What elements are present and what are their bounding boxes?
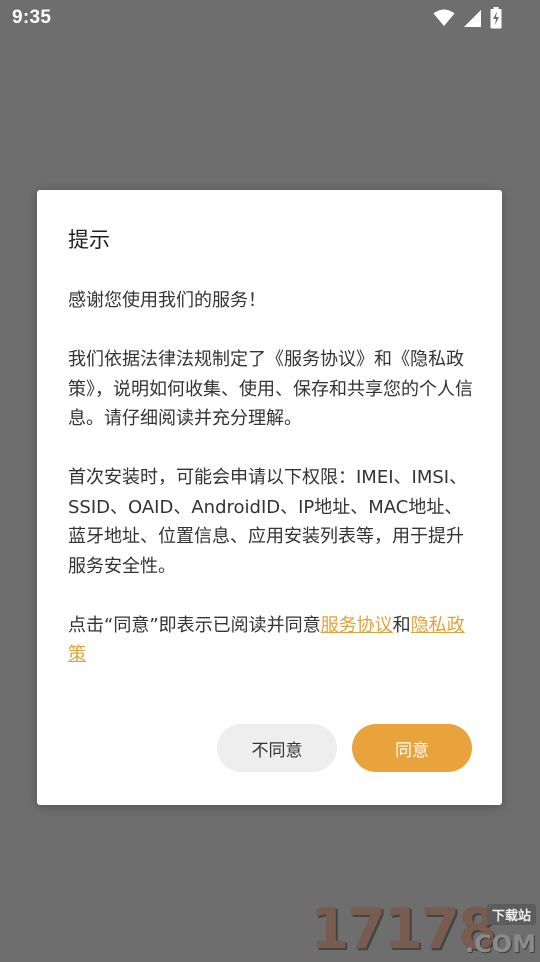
dialog-body: 感谢您使用我们的服务！ 我们依据法律法规制定了《服务协议》和《隐私政策》，说明如… [68, 286, 478, 670]
consent-prefix: 点击“同意”即表示已阅读并同意 [68, 614, 321, 636]
consent-and: 和 [392, 614, 411, 636]
signal-icon [463, 9, 482, 28]
site-watermark: 17178 下载站 .COM [310, 900, 536, 960]
disagree-button[interactable]: 不同意 [217, 724, 337, 772]
consent-paragraph: 点击“同意”即表示已阅读并同意服务协议和隐私政策 [68, 611, 478, 670]
dialog-title: 提示 [68, 228, 110, 252]
wifi-icon [433, 9, 455, 27]
policy-paragraph: 我们依据法律法规制定了《服务协议》和《隐私政策》，说明如何收集、使用、保存和共享… [68, 349, 473, 429]
permissions-paragraph: 首次安装时，可能会申请以下权限：IMEI、IMSI、SSID、OAID、Andr… [68, 467, 468, 577]
privacy-dialog: 提示 感谢您使用我们的服务！ 我们依据法律法规制定了《服务协议》和《隐私政策》，… [37, 190, 502, 805]
service-agreement-link[interactable]: 服务协议 [321, 615, 393, 636]
watermark-badge: 下载站 [486, 904, 536, 925]
status-bar: 9:35 [0, 0, 540, 36]
watermark-suffix: .COM [464, 930, 536, 958]
battery-charging-icon [490, 7, 502, 29]
status-time: 9:35 [12, 7, 52, 28]
thanks-paragraph: 感谢您使用我们的服务！ [68, 290, 266, 311]
status-icons [433, 7, 502, 29]
agree-button[interactable]: 同意 [352, 724, 472, 772]
